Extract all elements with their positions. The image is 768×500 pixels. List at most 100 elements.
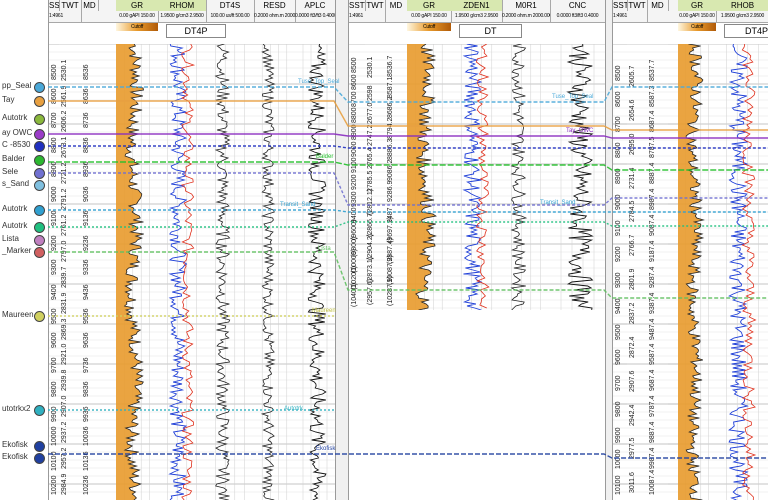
depth-label: 8887.4 [649,162,656,185]
track-plot [407,44,451,310]
depth-label: 9700 [615,375,622,392]
md-header[interactable]: MD [81,0,99,11]
depth-track[interactable] [98,44,117,500]
depth-label: 3011.6 [629,472,636,494]
gr-fill-label: Cutoff [422,24,436,30]
depth-label: 8886.3 [387,138,394,160]
circle-icon[interactable] [34,453,45,464]
log-track-sonic[interactable] [206,44,255,500]
blob-icon[interactable] [34,222,45,233]
track-name-rhom[interactable]: RHOM [158,0,207,11]
depth-label: 9900 [615,427,622,444]
blob-icon[interactable] [34,141,45,152]
circle-icon[interactable] [34,180,45,191]
track-plot [116,44,158,500]
depth-label: 9000 [51,186,58,202]
log-track-dens[interactable] [716,44,768,500]
well-panel-1: SSTVDTWTMDGRRHOMDT4SRESDAPLC1:49610.00 g… [48,0,336,500]
depth-label: 9200 [51,235,58,251]
gr-fill [116,44,144,500]
log-track-res[interactable] [254,44,296,500]
track-name-gr[interactable]: GR [678,0,717,11]
dt-curve-label[interactable]: DT4P [166,24,226,38]
log-track-neut[interactable] [295,44,335,500]
depth-label: 10100 [51,451,58,471]
depth-label: 8500 [51,63,58,80]
log-track-gr[interactable] [678,44,717,500]
depth-label: 9536 [83,308,90,324]
dt-curve-label[interactable]: DT4P [724,24,768,38]
track-scale: 1.9500 g/cm3 2.9500 [716,11,768,22]
track-name-resd[interactable]: RESD [254,0,296,11]
track-scale: 0.0000 ft3/ft3 0.4000 [295,11,335,22]
depth-label: 9887.4 [649,421,656,444]
track-plot [254,44,295,500]
log-track-gr[interactable] [407,44,452,310]
circle-icon[interactable] [34,235,45,246]
twt-header[interactable]: TWT [59,0,82,11]
depth-label: 8687.4 [649,111,656,133]
depth-label: 8600 [351,74,358,90]
circle-icon[interactable] [34,441,45,452]
globe-icon[interactable] [34,114,45,125]
track-name-m0r1[interactable]: M0R1 [502,0,551,11]
depth-label: 9800 [615,401,622,418]
dt-curve-label[interactable]: DT [459,24,522,38]
log-track-gr[interactable] [116,44,159,500]
md-header[interactable]: MD [647,0,669,11]
circle-icon[interactable] [34,96,45,107]
log-track-neut[interactable] [550,44,605,310]
well-top-label: ay OWC [2,128,33,137]
log-curve [214,44,231,500]
depth-label: 9487.4 [649,318,656,340]
depth-label: 9400 [51,283,58,300]
log-track-dens[interactable] [158,44,207,500]
depth-label: 2530.1 [367,56,374,79]
ssvd-header[interactable]: SSTVD [613,0,628,11]
depth-label: 2606.2 [61,111,68,133]
well-top-label: Autotrk [2,204,28,213]
globe-icon[interactable] [34,405,45,416]
track-scale-row: 1:4961 0.00 gAPI 150.00 1.9500 g/cm3 2.950… [613,11,768,23]
track-name-gr[interactable]: GR [116,0,159,11]
track-scale: 0.2000 ohm.m 2000.0000 [502,11,551,22]
depth-label: 9387.4 [649,292,656,314]
log-track-dens[interactable] [451,44,503,310]
depth-label: 9500 [615,323,622,340]
well-top-label: _Marker [2,246,32,255]
circle-icon[interactable] [34,129,45,140]
twt-header[interactable]: TWT [365,0,386,11]
track-name-dt4s[interactable]: DT4S [206,0,255,11]
circle-icon[interactable] [34,168,45,179]
depth-label: 8587.3 [649,85,656,107]
dt-curve [475,44,490,309]
well-top-label: s_Sand [2,179,30,188]
track-scale: 0.2000 ohm.m 2000.0000 [254,11,296,22]
track-scale: 1.9500 g/cm3 2.9500 [158,11,207,22]
track-name-aplc[interactable]: APLC [295,0,335,11]
depth-label: 9086.2 [387,159,394,181]
depth-label: 2801.9 [629,268,636,291]
track-scale: 0.0000 ft3/ft3 0.4000 [550,11,605,22]
circle-icon[interactable] [34,311,45,322]
globe-icon[interactable] [34,205,45,216]
circle-icon[interactable] [34,247,45,258]
depth-label: 2677.0 [367,102,374,124]
depth-label: 10100 [615,475,622,495]
depth-label: 2907.6 [629,370,636,392]
depth-label: 2761.2 [61,214,68,236]
depth-label: 2605.7 [629,65,636,88]
circle-icon[interactable] [34,155,45,166]
circle-icon[interactable] [34,82,45,93]
depth-label: 9000 [351,141,358,157]
track-name-cnc[interactable]: CNC [550,0,605,11]
twt-header[interactable]: TWT [627,0,648,11]
track-name-gr[interactable]: GR [407,0,452,11]
ssvd-header[interactable]: SSTVD [349,0,366,11]
log-track-res[interactable] [502,44,551,310]
track-name-zden1[interactable]: ZDEN1 [451,0,503,11]
depth-label: 9236 [83,235,90,251]
track-name-rhob[interactable]: RHOB [716,0,768,11]
md-header[interactable]: MD [385,0,408,11]
depth-label: 2797.0 [61,240,68,262]
